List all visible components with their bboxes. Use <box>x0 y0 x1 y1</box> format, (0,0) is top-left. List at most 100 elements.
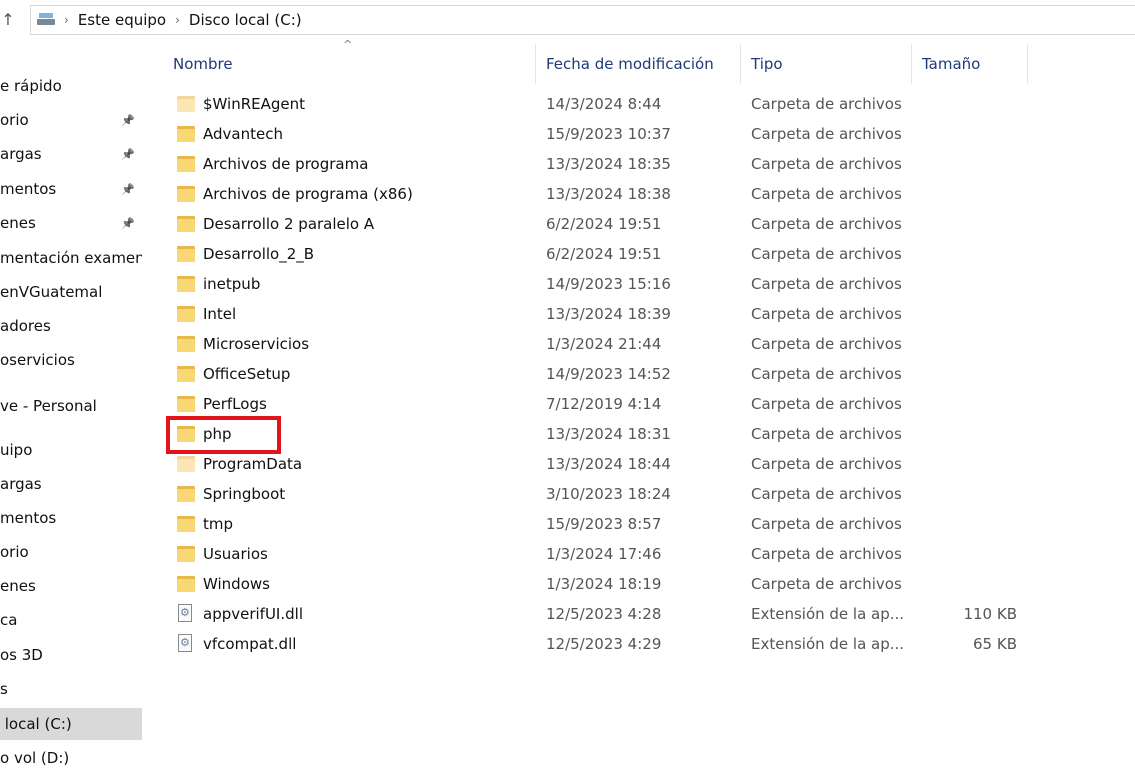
column-header-name[interactable]: Nombre <box>173 44 533 84</box>
file-name: Archivos de programa <box>203 155 369 173</box>
file-date: 6/2/2024 19:51 <box>546 245 662 263</box>
file-date: 1/3/2024 21:44 <box>546 335 662 353</box>
file-date: 14/9/2023 15:16 <box>546 275 671 293</box>
folder-icon <box>177 546 195 562</box>
folder-icon <box>177 276 195 292</box>
file-row[interactable]: Archivos de programa (x86) 13/3/2024 18:3… <box>0 180 1135 210</box>
file-type: Carpeta de archivos <box>751 305 902 323</box>
column-divider[interactable] <box>535 44 536 84</box>
dll-file-icon: ⚙ <box>178 634 192 652</box>
file-type: Carpeta de archivos <box>751 275 902 293</box>
file-type: Carpeta de archivos <box>751 155 902 173</box>
file-date: 13/3/2024 18:39 <box>546 305 671 323</box>
column-header-type-label: Tipo <box>751 55 783 73</box>
sidebar-item-label: o vol (D:) <box>0 749 70 767</box>
folder-icon <box>177 96 195 112</box>
file-name: Microservicios <box>203 335 310 353</box>
file-type: Carpeta de archivos <box>751 335 902 353</box>
file-date: 13/3/2024 18:31 <box>546 425 671 443</box>
folder-icon <box>177 366 195 382</box>
file-name: Advantech <box>203 125 283 143</box>
column-divider[interactable] <box>911 44 912 84</box>
column-header-date-label: Fecha de modificación <box>546 55 714 73</box>
folder-icon <box>177 216 195 232</box>
column-header-size-label: Tamaño <box>922 55 981 73</box>
file-type: Carpeta de archivos <box>751 395 902 413</box>
breadcrumb-separator-icon[interactable]: › <box>175 13 180 27</box>
file-name: OfficeSetup <box>203 365 291 383</box>
this-pc-drive-icon <box>37 13 55 27</box>
file-date: 13/3/2024 18:38 <box>546 185 671 203</box>
file-name: Archivos de programa (x86) <box>203 185 413 203</box>
file-row[interactable]: Springboot 3/10/2023 18:24 Carpeta de arch… <box>0 480 1135 510</box>
file-row[interactable]: inetpub 14/9/2023 15:16 Carpeta de archivo… <box>0 270 1135 300</box>
file-type: Carpeta de archivos <box>751 515 902 533</box>
file-row[interactable]: $WinREAgent 14/3/2024 8:44 Carpeta de arch… <box>0 90 1135 120</box>
file-name: $WinREAgent <box>203 95 306 113</box>
file-size: 110 KB <box>963 605 1017 623</box>
up-arrow-icon[interactable]: ↑ <box>0 10 20 29</box>
file-name: Desarrollo_2_B <box>203 245 315 263</box>
folder-icon <box>177 126 195 142</box>
file-row[interactable]: OfficeSetup 14/9/2023 14:52 Carpeta de arc… <box>0 360 1135 390</box>
file-type: Carpeta de archivos <box>751 125 902 143</box>
file-date: 1/3/2024 18:19 <box>546 575 662 593</box>
column-divider[interactable] <box>740 44 741 84</box>
folder-icon <box>177 456 195 472</box>
file-name: inetpub <box>203 275 261 293</box>
file-row[interactable]: Windows 1/3/2024 18:19 Carpeta de archivos <box>0 570 1135 600</box>
file-name: vfcompat.dll <box>203 635 297 653</box>
file-type: Carpeta de archivos <box>751 365 902 383</box>
highlight-annotation-box <box>166 416 281 454</box>
file-name: tmp <box>203 515 234 533</box>
folder-icon <box>177 306 195 322</box>
file-date: 12/5/2023 4:29 <box>546 635 662 653</box>
file-name: Intel <box>203 305 237 323</box>
folder-icon <box>177 336 195 352</box>
breadcrumb-separator-icon[interactable]: › <box>64 13 69 27</box>
file-row[interactable]: ⚙ appverifUI.dll 12/5/2023 4:28 Extensión d… <box>0 600 1135 630</box>
file-date: 15/9/2023 10:37 <box>546 125 671 143</box>
column-header-size[interactable]: Tamaño <box>922 44 1022 84</box>
file-row[interactable]: Desarrollo 2 paralelo A 6/2/2024 19:51 Car… <box>0 210 1135 240</box>
file-date: 3/10/2023 18:24 <box>546 485 671 503</box>
file-name: ProgramData <box>203 455 303 473</box>
dll-file-icon: ⚙ <box>178 604 192 622</box>
folder-icon <box>177 576 195 592</box>
breadcrumb-este-equipo[interactable]: Este equipo <box>78 11 166 29</box>
file-row[interactable]: Microservicios 1/3/2024 21:44 Carpeta de a… <box>0 330 1135 360</box>
column-header-date[interactable]: Fecha de modificación <box>546 44 736 84</box>
address-bar[interactable]: › Este equipo › Disco local (C:) <box>30 5 1135 35</box>
file-name: appverifUI.dll <box>203 605 303 623</box>
sidebar-item[interactable]: local (C:) <box>0 708 142 740</box>
column-divider[interactable] <box>1027 44 1028 84</box>
sidebar-item[interactable]: s <box>0 673 142 705</box>
file-type: Carpeta de archivos <box>751 425 902 443</box>
file-type: Carpeta de archivos <box>751 455 902 473</box>
file-row[interactable]: Advantech 15/9/2023 10:37 Carpeta de archi… <box>0 120 1135 150</box>
column-header-type[interactable]: Tipo <box>751 44 901 84</box>
file-row[interactable]: Archivos de programa 13/3/2024 18:35 Carpe… <box>0 150 1135 180</box>
folder-icon <box>177 246 195 262</box>
file-row[interactable]: Usuarios 1/3/2024 17:46 Carpeta de archivo… <box>0 540 1135 570</box>
address-bar-area: ↑ › Este equipo › Disco local (C:) <box>0 0 1135 40</box>
file-row[interactable]: ProgramData 13/3/2024 18:44 Carpeta de arc… <box>0 450 1135 480</box>
breadcrumb-disco-local[interactable]: Disco local (C:) <box>189 11 302 29</box>
folder-icon <box>177 516 195 532</box>
file-row[interactable]: tmp 15/9/2023 8:57 Carpeta de archivos <box>0 510 1135 540</box>
file-row[interactable]: ⚙ vfcompat.dll 12/5/2023 4:29 Extensión de … <box>0 630 1135 660</box>
sidebar-item-label: s <box>0 680 8 698</box>
file-date: 13/3/2024 18:44 <box>546 455 671 473</box>
file-type: Carpeta de archivos <box>751 545 902 563</box>
file-name: Desarrollo 2 paralelo A <box>203 215 375 233</box>
file-name: Springboot <box>203 485 286 503</box>
file-type: Carpeta de archivos <box>751 95 902 113</box>
file-name: Windows <box>203 575 270 593</box>
file-type: Extensión de la ap... <box>751 605 905 623</box>
file-row[interactable]: Desarrollo_2_B 6/2/2024 19:51 Carpeta de a… <box>0 240 1135 270</box>
sidebar-item[interactable]: o vol (D:) <box>0 742 142 770</box>
file-type: Extensión de la ap... <box>751 635 905 653</box>
file-type: Carpeta de archivos <box>751 215 902 233</box>
file-row[interactable]: Intel 13/3/2024 18:39 Carpeta de archivos <box>0 300 1135 330</box>
file-type: Carpeta de archivos <box>751 185 902 203</box>
